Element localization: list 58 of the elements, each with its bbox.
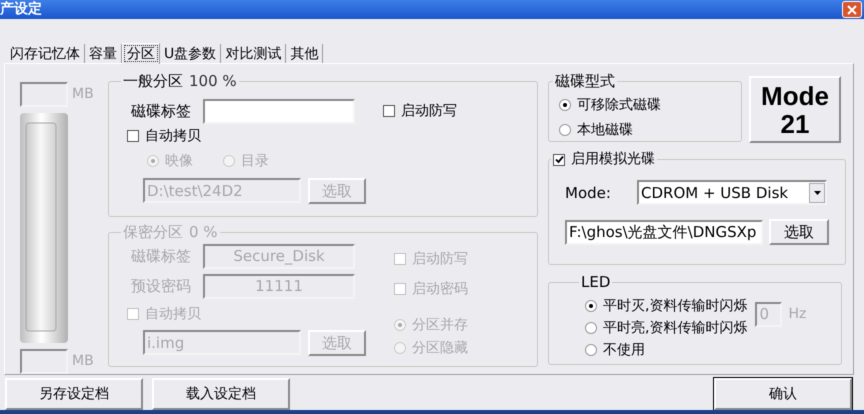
radio-label: 不使用: [603, 340, 645, 360]
unit-label: MB: [72, 85, 94, 104]
mode-dropdown[interactable]: CDROM + USB Disk: [637, 180, 827, 206]
checkbox[interactable]: [383, 105, 395, 118]
radio-button[interactable]: [223, 155, 235, 168]
unit-label: MB: [72, 352, 94, 372]
checkbox-label: 启动防写: [412, 250, 468, 269]
field-label: 预设密码: [130, 276, 192, 298]
radio-button[interactable]: [585, 344, 597, 356]
checkbox-label: 自动拷贝: [145, 126, 201, 146]
tab[interactable]: 分区: [122, 43, 160, 64]
field-label: 磁碟标签: [130, 101, 192, 122]
tab[interactable]: 闪存记忆体: [6, 44, 85, 64]
close-button[interactable]: [842, 1, 862, 18]
checkbox-label: 启用模拟光碟: [571, 150, 655, 170]
radio-label: 本地磁碟: [577, 120, 633, 140]
field-label: 磁碟标签: [130, 246, 192, 268]
footer-button[interactable]: 确认: [714, 378, 852, 410]
group-percent: 0 %: [189, 222, 218, 244]
capacity-field[interactable]: [20, 82, 68, 108]
close-icon: [847, 4, 857, 14]
radio-button[interactable]: [585, 322, 597, 334]
window-title: 产设定: [0, 0, 42, 19]
dropdown-value: CDROM + USB Disk: [641, 182, 788, 204]
group-title: 一般分区: [123, 71, 183, 92]
radio-button[interactable]: [147, 155, 159, 168]
radio-button[interactable]: [559, 99, 571, 112]
checkbox[interactable]: [127, 130, 139, 142]
mode-number: 21: [780, 110, 810, 138]
checkbox[interactable]: [553, 154, 565, 166]
tab[interactable]: U盘参数: [160, 44, 222, 64]
radio-label: 可移除式磁碟: [577, 96, 661, 115]
checkbox-label: 启动防写: [401, 102, 457, 121]
radio-label: 分区隐藏: [412, 338, 468, 358]
checkbox-label: 自动拷贝: [145, 304, 201, 324]
radio-label: 映像: [165, 152, 193, 171]
group-percent: 100 %: [189, 71, 237, 92]
group-title: 保密分区: [123, 222, 183, 244]
checkbox-label: 启动密码: [412, 280, 468, 299]
browse-button[interactable]: 选取: [769, 219, 829, 246]
group-title: LED: [581, 272, 610, 294]
radio-label: 平时亮,资料传输时闪烁: [603, 318, 748, 338]
mode-label: Mode:: [565, 182, 612, 204]
capacity-field[interactable]: [20, 349, 68, 374]
mode-title: Mode: [761, 82, 829, 110]
tab[interactable]: 其他: [286, 44, 324, 64]
footer-button[interactable]: 另存设定档: [5, 378, 143, 410]
radio-button[interactable]: [559, 124, 571, 136]
radio-label: 目录: [241, 152, 269, 171]
text-field[interactable]: F:\ghos\光盘文件\DNGSXp: [565, 220, 763, 245]
group-title: 磁碟型式: [555, 71, 615, 92]
tab[interactable]: 对比测试: [221, 44, 286, 64]
radio-label: 分区并存: [412, 316, 468, 335]
footer-button[interactable]: 载入设定档: [152, 378, 290, 410]
radio-label: 平时灭,资料传输时闪烁: [603, 296, 748, 316]
unit-label: Hz: [788, 304, 806, 324]
text-field[interactable]: [203, 98, 355, 124]
radio-button[interactable]: [585, 300, 597, 312]
